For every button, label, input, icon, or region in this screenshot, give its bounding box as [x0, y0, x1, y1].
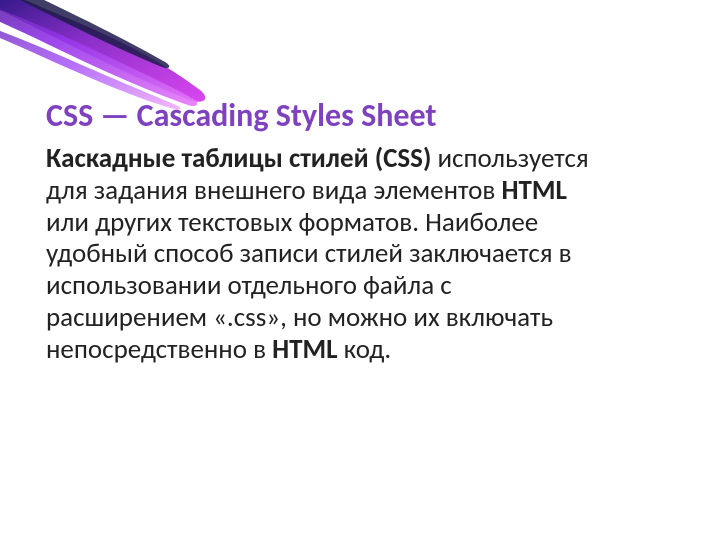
html-bold-2: HTML	[272, 333, 337, 366]
content-area: CSS — Cascading Styles Sheet Каскадные т…	[46, 98, 606, 366]
body-paragraph: Каскадные таблицы стилей (CSS) используе…	[46, 143, 606, 366]
html-bold-1: HTML	[501, 174, 566, 207]
slide: CSS — Cascading Styles Sheet Каскадные т…	[0, 0, 720, 540]
lead-bold: Каскадные таблицы стилей (CSS)	[46, 142, 431, 175]
slide-title: CSS — Cascading Styles Sheet	[46, 98, 606, 135]
body-text-3: код.	[338, 333, 392, 366]
